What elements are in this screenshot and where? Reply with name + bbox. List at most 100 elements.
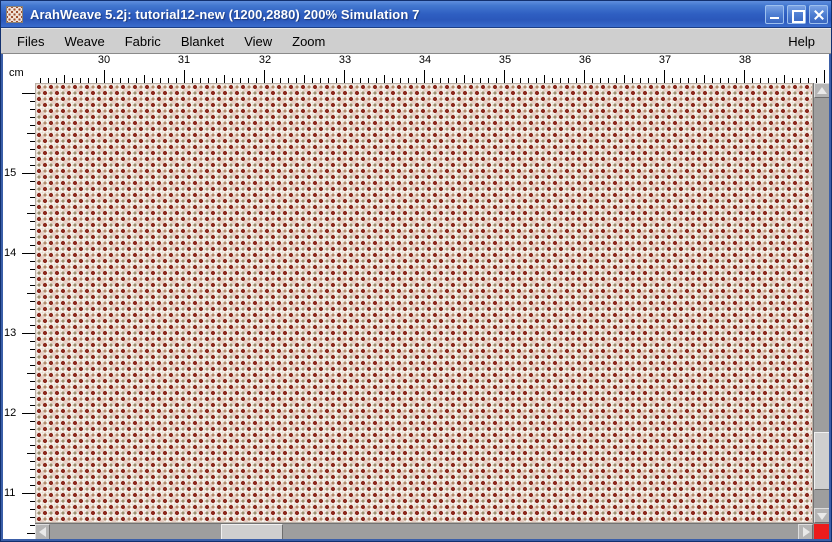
hruler-label: 37 <box>658 54 672 66</box>
hruler-tick <box>656 78 657 83</box>
resize-grip[interactable] <box>813 523 829 539</box>
hruler-tick <box>280 78 281 83</box>
hruler-tick <box>88 78 89 83</box>
vruler-tick <box>30 501 35 502</box>
scroll-down-button[interactable] <box>814 508 829 523</box>
vruler-tick <box>30 405 35 406</box>
menu-item-zoom[interactable]: Zoom <box>282 31 335 52</box>
hruler-tick <box>64 75 65 83</box>
hruler-tick <box>216 78 217 83</box>
hruler-tick <box>568 78 569 83</box>
vruler-tick <box>22 493 35 494</box>
hruler-tick <box>720 78 721 83</box>
hruler-tick <box>208 78 209 83</box>
chevron-down-icon <box>817 513 827 520</box>
vruler-tick <box>30 181 35 182</box>
vruler-tick <box>30 149 35 150</box>
hruler-tick <box>296 78 297 83</box>
fabric-viewport[interactable] <box>35 83 813 523</box>
hruler-tick <box>400 78 401 83</box>
vruler-tick <box>30 365 35 366</box>
vruler-tick <box>30 325 35 326</box>
horizontal-scrollbar-thumb[interactable] <box>221 524 284 539</box>
hruler-tick <box>312 78 313 83</box>
close-button[interactable] <box>809 4 828 24</box>
vruler-tick <box>27 133 35 134</box>
hruler-tick <box>432 78 433 83</box>
hruler-tick <box>424 70 425 83</box>
maximize-button[interactable] <box>787 4 806 24</box>
vruler-label: 14 <box>4 247 17 259</box>
menu-item-view[interactable]: View <box>234 31 282 52</box>
hruler-tick <box>392 78 393 83</box>
menu-item-blanket[interactable]: Blanket <box>171 31 234 52</box>
menu-item-weave[interactable]: Weave <box>54 31 114 52</box>
vertical-scrollbar-thumb[interactable] <box>814 432 829 490</box>
hruler-tick <box>616 78 617 83</box>
vruler-label: 12 <box>4 407 17 419</box>
menu-item-files[interactable]: Files <box>7 31 54 52</box>
hruler-tick <box>184 70 185 83</box>
hruler-label: 38 <box>738 54 752 66</box>
hruler-tick <box>128 78 129 83</box>
hruler-tick <box>744 70 745 83</box>
vruler-tick <box>30 469 35 470</box>
scroll-left-button[interactable] <box>35 524 50 539</box>
hruler-tick <box>368 78 369 83</box>
hruler-tick <box>256 78 257 83</box>
vruler-tick <box>30 165 35 166</box>
hruler-label: 31 <box>177 54 191 66</box>
hruler-tick <box>520 78 521 83</box>
vruler-tick <box>30 117 35 118</box>
vruler-tick <box>30 101 35 102</box>
hruler-tick <box>104 70 105 83</box>
hruler-tick <box>344 70 345 83</box>
menu-item-fabric[interactable]: Fabric <box>115 31 171 52</box>
vruler-tick <box>30 245 35 246</box>
scroll-right-button[interactable] <box>798 524 813 539</box>
hruler-tick <box>760 78 761 83</box>
hruler-label: 35 <box>498 54 512 66</box>
hruler-tick <box>496 78 497 83</box>
hruler-tick <box>72 78 73 83</box>
hruler-tick <box>640 78 641 83</box>
vruler-tick <box>22 413 35 414</box>
hruler-tick <box>648 78 649 83</box>
horizontal-ruler: 30 31 32 33 34 35 36 37 38 <box>35 54 829 83</box>
hruler-tick <box>768 78 769 83</box>
hruler-tick <box>536 78 537 83</box>
hruler-tick <box>328 78 329 83</box>
fabric-simulation-canvas[interactable] <box>36 84 812 522</box>
scroll-up-button[interactable] <box>814 83 829 98</box>
vruler-tick <box>30 349 35 350</box>
hruler-tick <box>152 78 153 83</box>
vruler-tick <box>30 509 35 510</box>
vruler-tick <box>30 125 35 126</box>
vruler-tick <box>30 189 35 190</box>
hruler-tick <box>272 78 273 83</box>
vruler-label: 11 <box>4 487 16 499</box>
hruler-tick <box>416 78 417 83</box>
vruler-tick <box>27 213 35 214</box>
minimize-button[interactable] <box>765 4 784 24</box>
vruler-tick <box>30 445 35 446</box>
hruler-tick <box>624 75 625 83</box>
hruler-tick <box>288 78 289 83</box>
hruler-tick <box>136 78 137 83</box>
hruler-tick <box>112 78 113 83</box>
hruler-tick <box>176 78 177 83</box>
vertical-scrollbar[interactable] <box>813 83 829 523</box>
fabric-swatch-icon <box>6 5 23 23</box>
menu-item-help[interactable]: Help <box>778 31 825 52</box>
hruler-tick <box>360 78 361 83</box>
horizontal-scrollbar[interactable] <box>35 523 813 539</box>
title-bar[interactable]: ArahWeave 5.2j: tutorial12-new (1200,288… <box>1 1 831 28</box>
hruler-tick <box>800 78 801 83</box>
chevron-right-icon <box>803 527 810 537</box>
hruler-tick <box>464 75 465 83</box>
vruler-tick <box>30 477 35 478</box>
hruler-tick <box>584 70 585 83</box>
hruler-tick <box>168 78 169 83</box>
hruler-tick <box>80 78 81 83</box>
hruler-tick <box>248 78 249 83</box>
